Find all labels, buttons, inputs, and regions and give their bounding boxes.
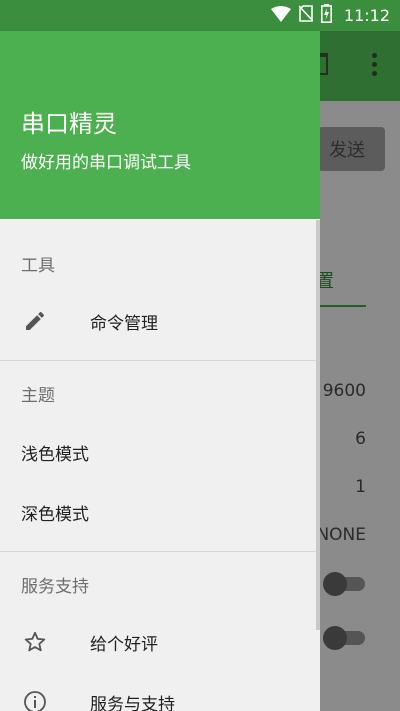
baud-rate-value: 9600 (322, 381, 366, 401)
toggle-switch (323, 626, 365, 650)
overflow-menu-icon (372, 53, 378, 80)
drawer-scrollbar[interactable] (316, 220, 320, 630)
status-bar: 11:12 (0, 0, 400, 31)
menu-item-light-mode[interactable]: 浅色模式 (0, 422, 320, 482)
menu-item-rate-app[interactable]: 给个好评 (0, 612, 320, 672)
stop-bits-value: 1 (355, 477, 366, 497)
no-sim-icon (298, 5, 314, 26)
menu-item-command-management[interactable]: 命令管理 (0, 291, 320, 351)
parity-value: NONE (316, 525, 366, 545)
app-subtitle: 做好用的串口调试工具 (21, 153, 191, 173)
status-time: 11:12 (343, 6, 390, 25)
wifi-icon (270, 5, 291, 26)
battery-charging-icon (320, 4, 332, 27)
send-button: 发送 (318, 127, 385, 171)
status-icons: 11:12 (270, 0, 390, 31)
pencil-icon (22, 308, 48, 334)
menu-item-service-support[interactable]: 服务与支持 (0, 672, 320, 711)
menu-item-label: 命令管理 (90, 313, 158, 334)
menu-item-dark-mode[interactable]: 深色模式 (0, 482, 320, 542)
toggle-switch (323, 572, 365, 596)
divider (0, 551, 320, 552)
section-label-support: 服务支持 (21, 577, 89, 597)
menu-item-label: 给个好评 (90, 634, 158, 655)
navigation-drawer: 串口精灵 做好用的串口调试工具 工具 命令管理 主题 浅色模式 深色模式 服务支… (0, 0, 320, 711)
data-bits-value: 6 (355, 429, 366, 449)
info-icon (22, 689, 48, 711)
app-title: 串口精灵 (21, 110, 117, 138)
menu-item-label: 服务与支持 (90, 694, 175, 711)
star-icon (22, 629, 48, 655)
menu-item-label: 深色模式 (21, 504, 89, 525)
divider (0, 360, 320, 361)
section-label-theme: 主题 (21, 386, 55, 406)
section-label-tools: 工具 (21, 256, 55, 276)
menu-item-label: 浅色模式 (21, 444, 89, 465)
